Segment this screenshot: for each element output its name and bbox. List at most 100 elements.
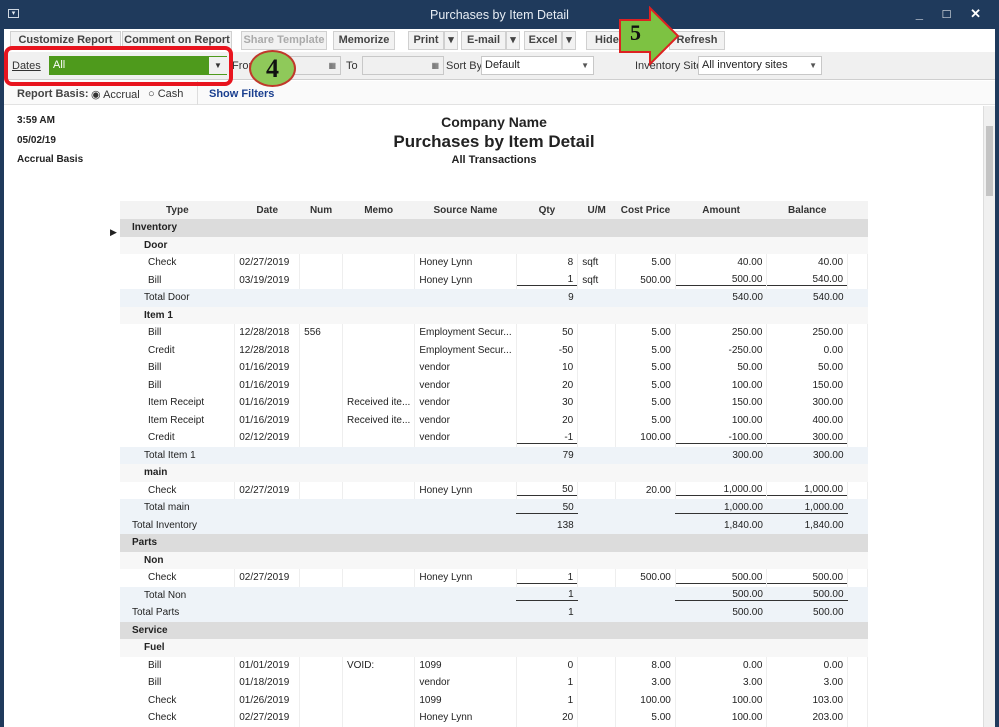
table-cell: Bill	[120, 674, 236, 692]
table-cell	[342, 376, 416, 394]
table-cell	[577, 481, 617, 499]
column-header-source-name[interactable]: Source Name	[414, 201, 517, 219]
memorize-button[interactable]: Memorize	[333, 31, 395, 50]
table-cell	[577, 569, 617, 587]
table-row[interactable]: Bill 01/16/2019 vendor 20 5.00 100.00 150.00	[120, 376, 868, 394]
group-row[interactable]: Non	[120, 551, 868, 569]
table-row[interactable]: Bill 03/19/2019 Honey Lynn 1 sqft 500.00 500.0…	[120, 271, 868, 289]
show-filters-link[interactable]: Show Filters	[209, 88, 274, 100]
table-cell: 0	[516, 656, 579, 674]
excel-dropdown-icon[interactable]: ▾	[562, 31, 576, 50]
section-row[interactable]: Inventory	[120, 219, 868, 237]
table-cell: 100.00	[615, 429, 676, 447]
table-cell	[847, 674, 868, 692]
email-button[interactable]: E-mail	[461, 31, 506, 50]
column-header-type[interactable]: Type	[120, 201, 235, 219]
table-row[interactable]: Check 02/27/2019 Honey Lynn 8 sqft 5.00 40.00 4…	[120, 254, 868, 272]
table-row[interactable]: Check 02/27/2019 Honey Lynn 20 5.00 100.00 203…	[120, 709, 868, 727]
table-cell: 138	[516, 516, 578, 534]
column-header-qty[interactable]: Qty	[516, 201, 578, 219]
table-cell: 500.00	[675, 586, 767, 604]
table-cell: Inventory	[120, 219, 868, 237]
sort-by-select[interactable]: Default ▼	[481, 56, 594, 75]
to-date-input[interactable]: ▦	[362, 56, 444, 75]
table-cell: vendor	[414, 359, 517, 377]
calendar-icon[interactable]: ▦	[431, 57, 439, 74]
table-row[interactable]: Bill 12/28/2018 556 Employment Secur... 50 5.…	[120, 324, 868, 342]
table-cell	[615, 516, 676, 534]
table-cell: Parts	[120, 534, 868, 552]
table-row[interactable]: Bill 01/16/2019 vendor 10 5.00 50.00 50.00	[120, 359, 868, 377]
print-button[interactable]: Print	[408, 31, 444, 50]
group-row[interactable]: Door	[120, 236, 868, 254]
column-header-date[interactable]: Date	[234, 201, 300, 219]
table-row[interactable]: Check 02/27/2019 Honey Lynn 50 20.00 1,000.00…	[120, 481, 868, 499]
window-controls[interactable]: _ □ ✕	[916, 6, 989, 22]
total-row[interactable]: Total Item 1 79 300.00 300.00	[120, 446, 868, 464]
vertical-scrollbar[interactable]	[983, 106, 995, 727]
table-row[interactable]: Bill 01/18/2019 vendor 1 3.00 3.00 3.00	[120, 674, 868, 692]
total-row[interactable]: Total main 50 1,000.00 1,000.00	[120, 499, 868, 517]
column-header-amount[interactable]: Amount	[675, 201, 767, 219]
print-dropdown-icon[interactable]: ▾	[444, 31, 458, 50]
table-cell: 12/28/2018	[234, 324, 301, 342]
group-row[interactable]: main	[120, 464, 868, 482]
table-row[interactable]: Check 02/27/2019 Honey Lynn 1 500.00 500.00 50…	[120, 569, 868, 587]
group-row[interactable]: Fuel	[120, 639, 868, 657]
total-row[interactable]: Total Non 1 500.00 500.00	[120, 586, 868, 604]
column-header-cost-price[interactable]: Cost Price	[615, 201, 676, 219]
scrollbar-thumb[interactable]	[986, 126, 993, 196]
column-header-memo[interactable]: Memo	[342, 201, 415, 219]
inventory-site-select[interactable]: All inventory sites ▼	[698, 56, 822, 75]
title-bar: ▾ Purchases by Item Detail _ □ ✕	[0, 0, 999, 29]
column-header-num[interactable]: Num	[299, 201, 343, 219]
table-row[interactable]: Bill 01/01/2019 VOID: 1099 0 8.00 0.00 0.00	[120, 656, 868, 674]
column-header-balance[interactable]: Balance	[766, 201, 848, 219]
table-cell	[299, 569, 343, 587]
company-name: Company Name	[441, 114, 547, 130]
table-cell	[342, 691, 416, 709]
cell-value: 1,000.00	[675, 502, 767, 514]
total-row[interactable]: Total Inventory 138 1,840.00 1,840.00	[120, 516, 868, 534]
table-cell: Check	[120, 254, 236, 272]
section-row[interactable]: Parts	[120, 534, 868, 552]
table-cell: 0.00	[766, 656, 849, 674]
table-row[interactable]: Item Receipt 01/16/2019 Received ite... ven…	[120, 411, 868, 429]
accrual-label: Accrual	[103, 89, 140, 101]
share-template-button[interactable]: Share Template	[241, 31, 327, 50]
accrual-radio[interactable]: ◉ Accrual	[91, 88, 140, 101]
table-cell: 5.00	[615, 254, 676, 272]
table-row[interactable]: Check 01/26/2019 1099 1 100.00 100.00 103.00	[120, 691, 868, 709]
email-dropdown-icon[interactable]: ▾	[506, 31, 520, 50]
calendar-icon[interactable]: ▦	[328, 57, 336, 74]
table-cell: 500.00	[675, 569, 768, 587]
table-row[interactable]: Item Receipt 01/16/2019 Received ite... ven…	[120, 394, 868, 412]
group-row[interactable]: Item 1	[120, 306, 868, 324]
column-header-u-m[interactable]: U/M	[577, 201, 616, 219]
table-cell: 1	[516, 691, 579, 709]
table-cell: 100.00	[675, 376, 768, 394]
total-row[interactable]: Total Parts 1 500.00 500.00	[120, 604, 868, 622]
table-cell: 3.00	[766, 674, 849, 692]
table-cell: 01/26/2019	[234, 691, 301, 709]
table-cell: 203.00	[766, 709, 849, 727]
table-row[interactable]: Credit 12/28/2018 Employment Secur... -50 5.…	[120, 341, 868, 359]
total-row[interactable]: Total Door 9 540.00 540.00	[120, 289, 868, 307]
table-cell: 20.00	[615, 481, 676, 499]
table-cell: -50	[516, 341, 579, 359]
table-cell: 50.00	[766, 359, 849, 377]
section-row[interactable]: Service	[120, 621, 868, 639]
excel-button[interactable]: Excel	[524, 31, 562, 50]
table-cell: main	[120, 464, 868, 482]
report-area: 3:59 AM 05/02/19 Accrual Basis Company N…	[4, 106, 983, 727]
report-basis-label: Report Basis:	[17, 88, 89, 100]
table-row[interactable]: Credit 02/12/2019 vendor -1 100.00 -100.00 300…	[120, 429, 868, 447]
cash-radio[interactable]: ○ Cash	[148, 88, 183, 100]
table-cell	[299, 254, 343, 272]
step-5-label: 5	[630, 20, 641, 45]
table-cell: Non	[120, 551, 868, 569]
table-cell	[577, 376, 617, 394]
table-cell	[847, 254, 868, 272]
table-cell	[847, 446, 868, 464]
table-cell	[577, 709, 617, 727]
